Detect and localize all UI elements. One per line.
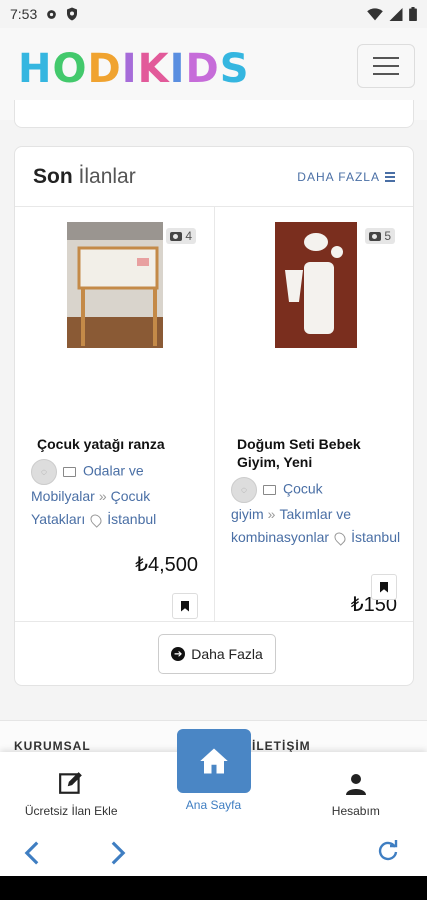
shield-icon bbox=[67, 7, 78, 21]
listing-meta: ◌ Çocuk giyim» Takımlar ve kombinasyonlar İ… bbox=[231, 477, 401, 549]
folder-icon bbox=[263, 485, 276, 495]
nav-account[interactable]: Hesabım bbox=[285, 752, 427, 828]
footer-heading-corporate: KURUMSAL bbox=[14, 739, 91, 753]
clock: 7:53 bbox=[10, 6, 38, 22]
footer-heading-contact: İLETİŞİM bbox=[252, 739, 311, 753]
bookmark-icon bbox=[181, 600, 189, 612]
listing-meta: ◌ Odalar ve Mobilyalar» Çocuk Yatakları İst… bbox=[31, 459, 201, 531]
user-icon bbox=[345, 774, 366, 795]
back-arrow-icon[interactable] bbox=[22, 840, 42, 866]
recent-listings-card: Son İlanlar DAHA FAZLA 4 Çocuk yatağı ra… bbox=[14, 146, 414, 686]
home-fab-button[interactable] bbox=[177, 729, 251, 793]
more-link[interactable]: DAHA FAZLA bbox=[297, 170, 395, 184]
bookmark-icon bbox=[380, 581, 388, 593]
browser-toolbar bbox=[0, 828, 427, 876]
hamburger-menu-button[interactable] bbox=[357, 44, 415, 88]
photo-count-badge: 4 bbox=[166, 228, 196, 244]
camera-icon bbox=[170, 231, 183, 241]
signal-icon bbox=[389, 7, 403, 21]
listing-card[interactable]: 4 Çocuk yatağı ranza ◌ Odalar ve Mobilyal… bbox=[15, 207, 214, 621]
location-pin-icon bbox=[332, 530, 348, 547]
wifi-icon bbox=[367, 7, 383, 20]
camera-icon bbox=[369, 231, 382, 241]
listing-photo[interactable] bbox=[275, 222, 357, 348]
location-link[interactable]: İstanbul bbox=[351, 529, 400, 545]
previous-card-edge bbox=[14, 100, 414, 128]
card-header: Son İlanlar DAHA FAZLA bbox=[15, 147, 413, 207]
bookmark-button[interactable] bbox=[371, 574, 397, 600]
location-link[interactable]: İstanbul bbox=[107, 511, 156, 527]
site-logo[interactable]: HODIKIDS bbox=[18, 46, 250, 92]
section-title: Son İlanlar bbox=[33, 164, 136, 188]
nav-add-listing[interactable]: Ücretsiz İlan Ekle bbox=[0, 752, 142, 828]
listing-card[interactable]: 5 Doğum Seti Bebek Giyim, Yeni ◌ Çocuk gi… bbox=[214, 207, 413, 621]
listing-photo[interactable] bbox=[67, 222, 163, 348]
forward-arrow-icon[interactable] bbox=[108, 840, 128, 866]
avatar[interactable]: ◌ bbox=[231, 477, 257, 503]
daha-fazla-button[interactable]: ➔ Daha Fazla bbox=[158, 634, 276, 674]
folder-icon bbox=[63, 467, 76, 477]
gear-icon bbox=[47, 9, 57, 19]
avatar[interactable]: ◌ bbox=[31, 459, 57, 485]
system-gesture-bar bbox=[0, 876, 427, 900]
arrow-right-icon: ➔ bbox=[171, 647, 186, 661]
location-pin-icon bbox=[88, 512, 104, 529]
home-icon bbox=[200, 748, 228, 774]
refresh-icon[interactable] bbox=[376, 840, 400, 864]
photo-count-badge: 5 bbox=[365, 228, 395, 244]
edit-icon bbox=[59, 772, 82, 794]
listing-title[interactable]: Doğum Seti Bebek Giyim, Yeni bbox=[237, 435, 397, 471]
status-bar: 7:53 bbox=[0, 0, 427, 28]
listing-title[interactable]: Çocuk yatağı ranza bbox=[37, 435, 197, 453]
battery-icon bbox=[409, 7, 417, 21]
bookmark-button[interactable] bbox=[172, 593, 198, 619]
listing-grid: 4 Çocuk yatağı ranza ◌ Odalar ve Mobilyal… bbox=[15, 207, 413, 622]
list-icon bbox=[385, 171, 395, 182]
listing-price: ₺4,500 bbox=[135, 554, 198, 576]
